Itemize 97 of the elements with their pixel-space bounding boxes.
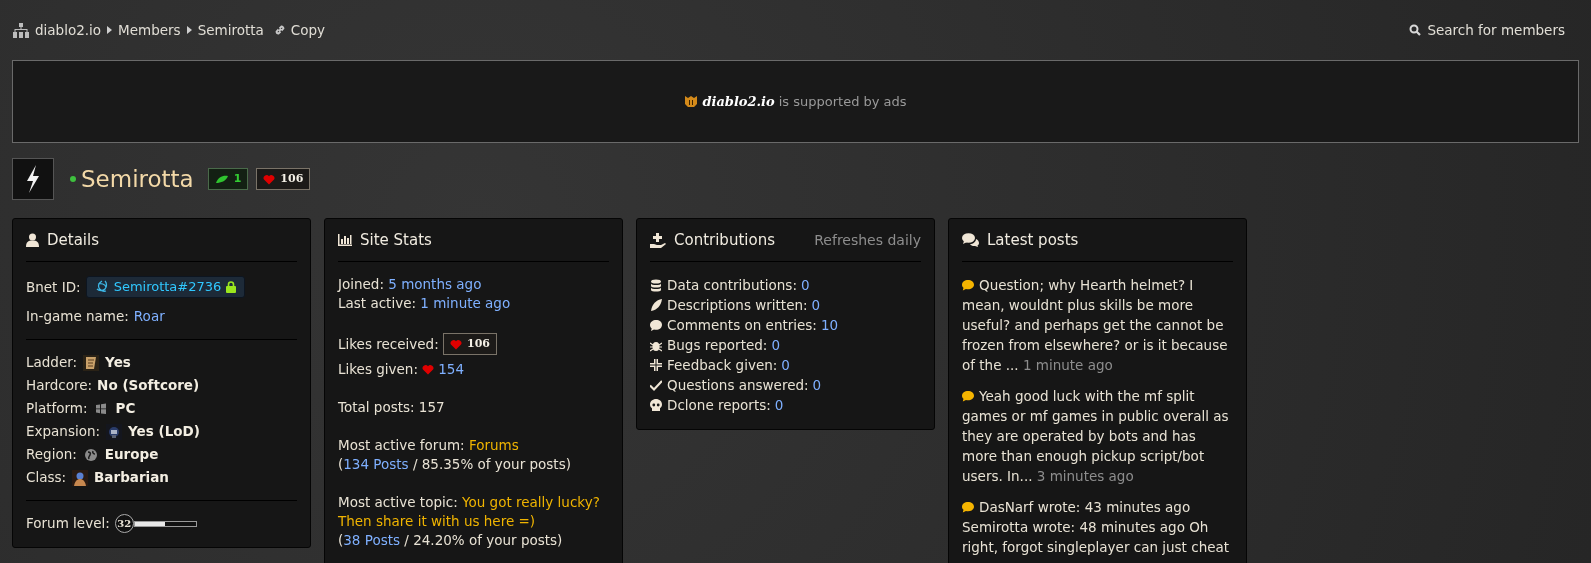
field-label: Bnet ID:: [26, 277, 81, 297]
field-value: Barbarian: [94, 468, 169, 488]
field-label: Platform:: [26, 399, 88, 419]
stat-text: Likes given:: [338, 361, 419, 377]
name-link[interactable]: Roar: [133, 306, 165, 327]
post-link[interactable]: Question; why Hearth helmet? I mean, wouldnt plus skills be more useful? and perhaps get the cannot be frozen from elsewhere? or is it because of the ... 1 minute ago: [962, 275, 1233, 375]
caret-icon: [186, 26, 192, 34]
stat-link[interactable]: 5 months ago: [388, 276, 482, 292]
post-link[interactable]: Yeah good luck with the mf split games or mf games in public overall as they are operated by bots and has more than enough pickup script/bot users. In... 3 minutes ago: [962, 386, 1233, 486]
heart-icon: [263, 173, 276, 185]
field-label: In-game name:: [26, 307, 129, 327]
stat-text: (: [338, 456, 344, 472]
lock-icon: [226, 281, 237, 293]
stat-text: / 85.35% of your posts): [411, 456, 571, 472]
ad-notice: is supported by ads: [778, 92, 907, 111]
level-badge: 32: [114, 514, 134, 533]
copy-link[interactable]: Copy: [273, 19, 326, 41]
globe-icon: [82, 446, 99, 463]
contribution-label: Dclone reports:: [667, 395, 771, 415]
stat-text: Most active forum: Forums: [338, 436, 520, 455]
field-label: Expansion:: [26, 422, 101, 442]
database-icon: [650, 278, 662, 292]
stat-text: Most active topic: You got really lucky? Then share it with us here =): [338, 493, 601, 531]
count-link[interactable]: 0: [771, 334, 780, 356]
count-link[interactable]: 10: [820, 314, 839, 336]
emblem-icon: [106, 423, 123, 440]
stat-text: Last active:: [338, 295, 417, 311]
stat-text: / 24.20% of your posts): [403, 532, 563, 548]
caret-icon: [107, 26, 113, 34]
contribution-label: Bugs reported:: [667, 335, 768, 355]
sitemap-icon: [12, 22, 30, 38]
breadcrumb-link[interactable]: Semirotta: [197, 19, 264, 41]
character-icon: [72, 469, 89, 486]
card-title: Contributions: [674, 229, 775, 251]
stat-link[interactable]: 154: [438, 361, 465, 377]
skull-icon: [650, 398, 662, 412]
field-label: Hardcore:: [26, 376, 93, 396]
card-title: Site Stats: [360, 229, 432, 251]
contribution-label: Data contributions:: [667, 275, 797, 295]
contribution-label: Questions answered:: [667, 375, 809, 395]
likes-badge: 106: [256, 168, 311, 190]
stat-text: Likes received:: [338, 334, 440, 354]
scroll-icon: [83, 354, 100, 371]
contribution-label: Descriptions written:: [667, 295, 808, 315]
stat-link[interactable]: 134 Posts: [343, 456, 409, 472]
count-link[interactable]: 0: [774, 394, 784, 416]
link-icon: [273, 24, 286, 36]
field-value: PC: [115, 399, 136, 419]
field-value: No (Softcore): [97, 376, 200, 396]
contribution-label: Feedback given:: [667, 355, 778, 375]
comments-icon: [962, 233, 979, 247]
post-link[interactable]: DasNarf wrote: 43 minutes ago Semirotta wrote: 48 minutes ago Oh right, forgot singleplayer can just cheat: [962, 497, 1233, 557]
count-link[interactable]: 0: [800, 274, 810, 296]
card-title: Details: [47, 229, 99, 251]
field-label: Region:: [26, 445, 77, 465]
stat-text: Joined:: [338, 276, 385, 292]
speech-bubble-icon: [962, 280, 974, 291]
field-value: Europe: [104, 445, 159, 465]
breadcrumb-link[interactable]: diablo2.io: [35, 19, 102, 41]
field-label: Class:: [26, 468, 67, 488]
search-icon: [1409, 24, 1422, 36]
brand-logo: diablo2.io: [702, 92, 775, 111]
helmet-icon: [684, 95, 699, 108]
card-note: Refreshes daily: [814, 230, 921, 250]
lightning-icon: [25, 165, 41, 193]
speech-bubble-icon: [650, 318, 662, 332]
username: Semirotta: [81, 164, 194, 194]
stat-link[interactable]: 38 Posts: [343, 532, 401, 548]
bar-chart-icon: [338, 234, 352, 246]
count-link[interactable]: 0: [812, 374, 822, 396]
contribution-badge: 1: [207, 168, 249, 190]
bnet-id-tag[interactable]: Semirotta#2736: [85, 276, 246, 298]
card-title: Latest posts: [987, 229, 1079, 251]
count-link[interactable]: 0: [781, 354, 790, 376]
likes-badge: 106: [443, 333, 497, 355]
check-icon: [650, 378, 662, 392]
stat-text: (: [338, 532, 344, 548]
heart-icon: [422, 364, 435, 375]
field-label: Ladder:: [26, 353, 78, 373]
count-link[interactable]: 0: [811, 294, 821, 316]
battlenet-icon: [94, 280, 109, 294]
stat-link[interactable]: 1 minute ago: [420, 295, 511, 311]
field-value: Yes (LoD): [128, 422, 200, 442]
field-label: Forum level:: [26, 514, 110, 534]
search-link[interactable]: Search for members: [1409, 19, 1565, 41]
heart-icon: [450, 338, 462, 350]
user-icon: [26, 233, 39, 247]
compress-icon: [650, 358, 662, 372]
field-value: Yes: [105, 353, 131, 373]
breadcrumb-link[interactable]: Members: [118, 19, 181, 41]
hand-plus-icon: [650, 232, 666, 248]
feather-icon: [214, 174, 229, 184]
contribution-label: Comments on entries:: [667, 315, 817, 335]
stat-text: Total posts: 157: [338, 399, 445, 415]
feather-icon: [650, 298, 662, 312]
speech-bubble-icon: [962, 391, 974, 402]
speech-bubble-icon: [962, 502, 974, 513]
